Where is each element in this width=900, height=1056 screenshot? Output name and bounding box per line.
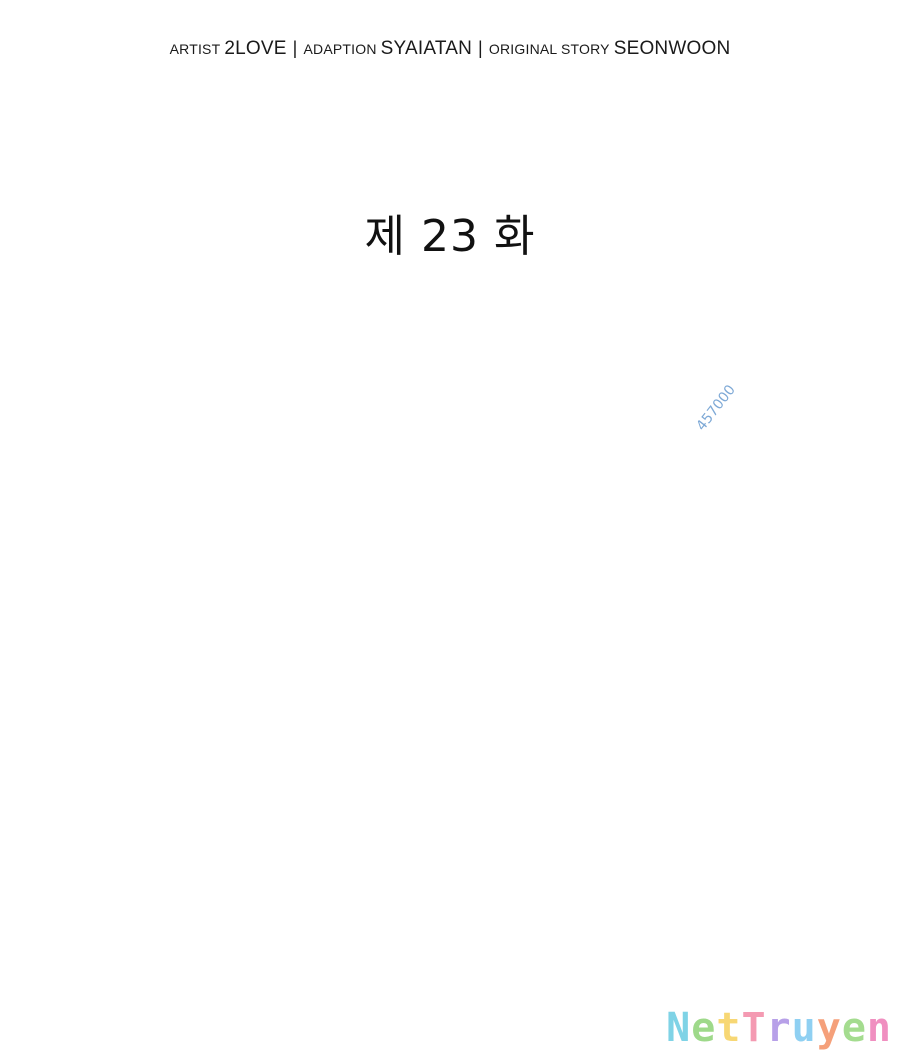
credits-separator: | — [292, 38, 298, 58]
logo-letter: y — [816, 1005, 842, 1051]
logo-letter: N — [666, 1005, 692, 1051]
adaption-name: SYAIATAN — [380, 38, 473, 59]
logo-letter: r — [766, 1005, 792, 1051]
logo-letter: T — [741, 1005, 767, 1051]
credits-line: ARTIST 2LOVE | ADAPTION SYAIATAN | ORIGINAL ST… — [0, 38, 900, 60]
top-edge-mark: ' — [168, 0, 170, 7]
artist-role: ARTIST — [169, 41, 221, 57]
logo-letter: t — [716, 1005, 742, 1051]
logo-letter: u — [791, 1005, 817, 1051]
watermark-id: 457000 — [693, 382, 739, 434]
comic-page: ' ARTIST 2LOVE | ADAPTION SYAIATAN | ORIGINAL … — [0, 0, 900, 1056]
logo-letter: e — [841, 1005, 867, 1051]
logo-letter: n — [866, 1005, 892, 1051]
nettruyen-logo: NetTruyen — [666, 1008, 892, 1048]
chapter-title: 제 23 화 — [364, 211, 536, 262]
adaption-role: ADAPTION — [303, 41, 377, 57]
original-story-role: ORIGINAL STORY — [488, 41, 610, 57]
original-story-name: SEONWOON — [613, 38, 731, 59]
artist-name: 2LOVE — [224, 38, 287, 59]
logo-letter: e — [691, 1005, 717, 1051]
credits-separator: | — [478, 38, 483, 58]
